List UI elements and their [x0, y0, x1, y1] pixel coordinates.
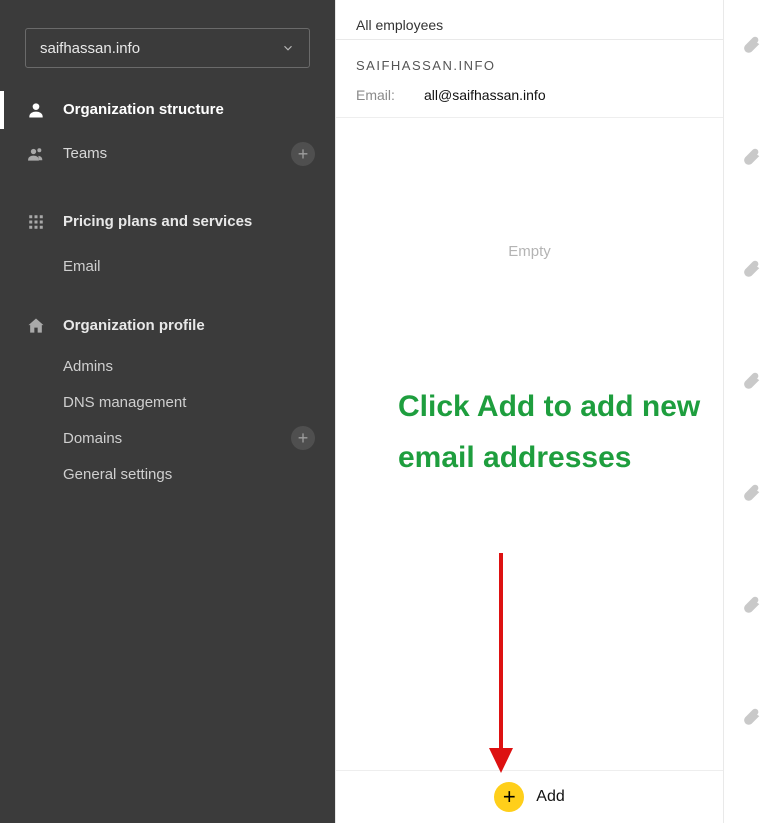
- domain-selector-value: saifhassan.info: [40, 40, 140, 57]
- paperclip-icon[interactable]: [738, 480, 764, 506]
- team-icon: [25, 143, 47, 165]
- tutorial-arrow-icon: [476, 548, 536, 778]
- paperclip-icon[interactable]: [738, 368, 764, 394]
- org-info-block: SAIFHASSAN.INFO Email: all@saifhassan.in…: [336, 40, 723, 118]
- nav-profile-dns-label: DNS management: [63, 394, 315, 411]
- paperclip-icon[interactable]: [738, 256, 764, 282]
- nav-org-structure[interactable]: Organization structure: [0, 88, 335, 132]
- tab-all-employees[interactable]: All employees: [336, 0, 723, 40]
- nav-profile-domains-label: Domains: [63, 430, 291, 447]
- plus-icon: +: [494, 782, 524, 812]
- sidebar-nav: Organization structure Teams + Pricing p…: [0, 88, 335, 492]
- nav-profile-dns[interactable]: DNS management: [0, 384, 335, 420]
- nav-profile-general-label: General settings: [63, 466, 315, 483]
- chevron-down-icon: [281, 41, 295, 55]
- nav-profile-domains[interactable]: Domains +: [0, 420, 335, 456]
- add-domain-button[interactable]: +: [291, 426, 315, 450]
- tab-all-employees-label: All employees: [356, 17, 443, 33]
- org-email-row: Email: all@saifhassan.info: [356, 87, 703, 103]
- nav-profile-admins[interactable]: Admins: [0, 348, 335, 384]
- nav-pricing-email-label: Email: [63, 258, 315, 275]
- nav-teams-label: Teams: [63, 145, 291, 164]
- attachment-rail: [723, 0, 777, 823]
- tutorial-annotation: Click Add to add new email addresses: [398, 381, 723, 483]
- paperclip-icon[interactable]: [738, 144, 764, 170]
- main-panel: All employees SAIFHASSAN.INFO Email: all…: [335, 0, 723, 823]
- nav-profile[interactable]: Organization profile: [0, 304, 335, 348]
- nav-profile-admins-label: Admins: [63, 358, 315, 375]
- domain-selector[interactable]: saifhassan.info: [25, 28, 310, 68]
- nav-teams[interactable]: Teams +: [0, 132, 335, 176]
- grid-icon: [25, 211, 47, 233]
- nav-org-structure-label: Organization structure: [63, 101, 315, 120]
- add-button-label: Add: [536, 788, 564, 806]
- nav-pricing-email[interactable]: Email: [0, 248, 335, 284]
- org-name: SAIFHASSAN.INFO: [356, 58, 703, 73]
- nav-pricing[interactable]: Pricing plans and services: [0, 196, 335, 248]
- add-button[interactable]: + Add: [336, 771, 723, 823]
- person-icon: [25, 99, 47, 121]
- employee-list-empty: Empty Click Add to add new email address…: [336, 118, 723, 771]
- sidebar: saifhassan.info Organization structure T…: [0, 0, 335, 823]
- org-email-value: all@saifhassan.info: [424, 87, 546, 103]
- home-icon: [25, 315, 47, 337]
- nav-profile-general[interactable]: General settings: [0, 456, 335, 492]
- nav-pricing-label: Pricing plans and services: [63, 213, 315, 232]
- org-email-label: Email:: [356, 87, 424, 103]
- nav-profile-label: Organization profile: [63, 317, 315, 336]
- add-team-button[interactable]: +: [291, 142, 315, 166]
- empty-label: Empty: [336, 243, 723, 260]
- paperclip-icon[interactable]: [738, 704, 764, 730]
- paperclip-icon[interactable]: [738, 592, 764, 618]
- paperclip-icon[interactable]: [738, 32, 764, 58]
